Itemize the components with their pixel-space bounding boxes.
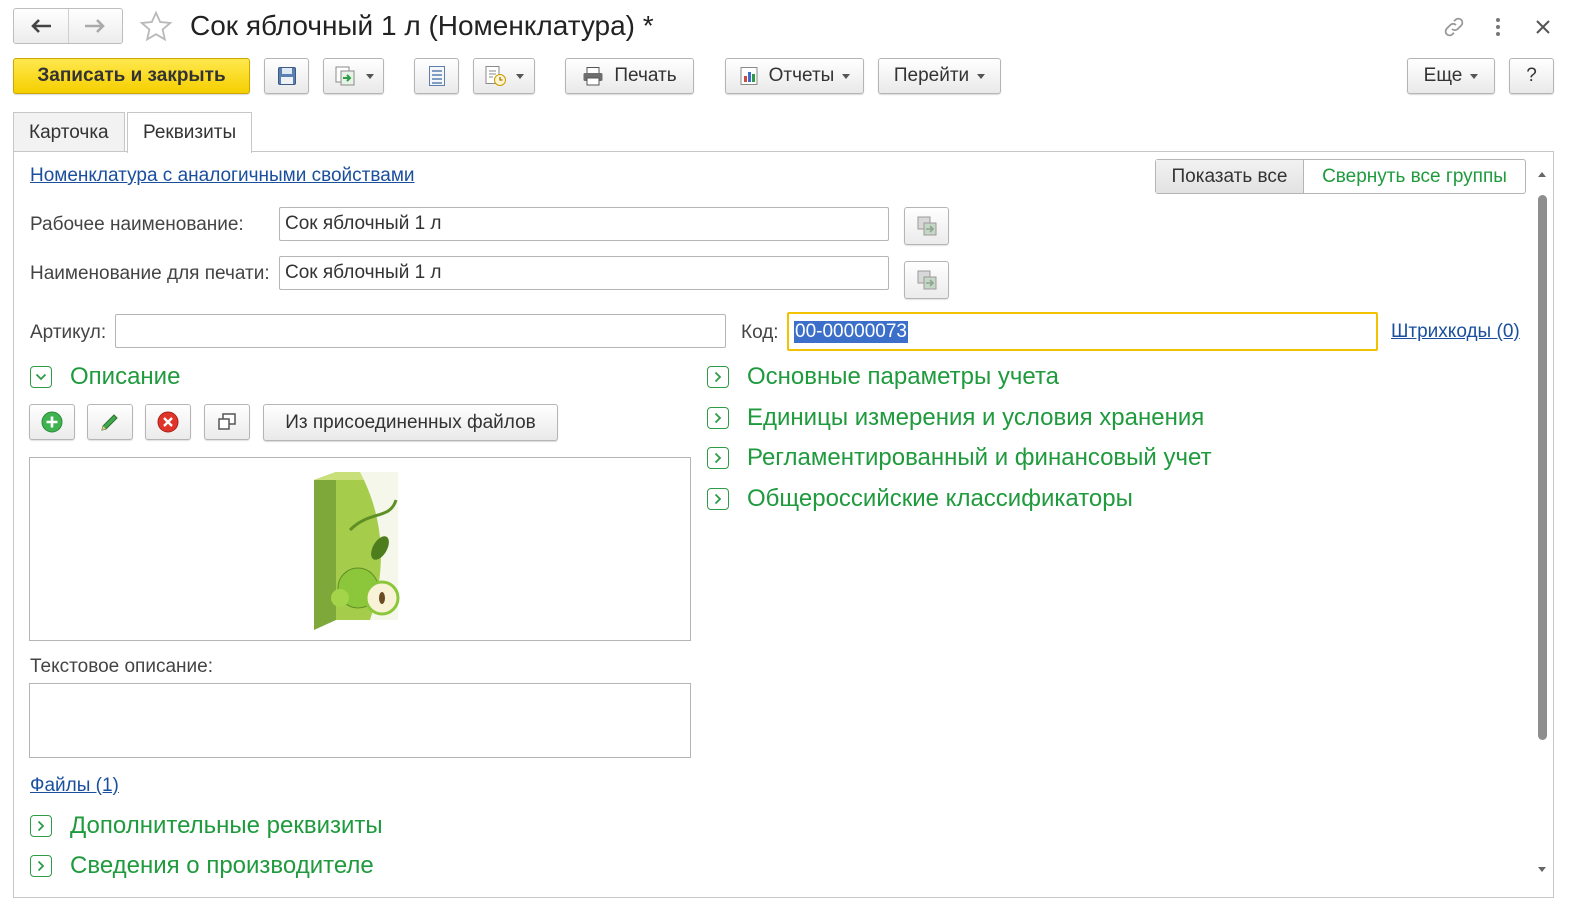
pencil-icon — [101, 414, 118, 431]
group-display-toggle: Показать все Свернуть все группы — [1155, 159, 1526, 194]
tab-requisites[interactable]: Реквизиты — [127, 112, 253, 153]
work-name-field[interactable]: Сок яблочный 1 л — [279, 207, 889, 241]
work-name-copy-button[interactable] — [904, 207, 949, 245]
goto-button[interactable]: Перейти — [878, 58, 1001, 94]
code-label: Код: — [741, 322, 779, 343]
code-value: 00-00000073 — [794, 320, 908, 343]
accounting-params-group-header[interactable]: Основные параметры учета — [707, 363, 1059, 391]
chevron-right-icon — [30, 815, 52, 837]
print-name-field[interactable]: Сок яблочный 1 л — [279, 256, 889, 290]
chevron-right-icon — [707, 366, 729, 388]
print-name-label: Наименование для печати: — [30, 263, 270, 284]
document-clock-icon — [485, 66, 506, 86]
units-storage-group-header[interactable]: Единицы измерения и условия хранения — [707, 404, 1204, 432]
barcodes-link[interactable]: Штрихкоды (0) — [1391, 321, 1520, 343]
collapse-all-groups-button[interactable]: Свернуть все группы — [1304, 160, 1525, 193]
chevron-down-icon — [842, 73, 851, 79]
create-based-on-icon — [335, 66, 354, 86]
description-group-title: Описание — [70, 363, 181, 390]
back-button[interactable] — [14, 9, 68, 43]
text-description-label: Текстовое описание: — [30, 656, 213, 677]
list-view-button[interactable] — [414, 58, 459, 94]
from-attached-files-button[interactable]: Из присоединенных файлов — [263, 404, 558, 441]
more-label: Еще — [1423, 65, 1463, 86]
files-link[interactable]: Файлы (1) — [30, 775, 119, 797]
description-group-header[interactable]: Описание — [30, 363, 180, 391]
code-field[interactable]: 00-00000073 — [787, 312, 1378, 351]
copy-text-icon — [917, 270, 936, 290]
additional-requisites-group-header[interactable]: Дополнительные реквизиты — [30, 812, 383, 840]
accounting-params-title: Основные параметры учета — [747, 363, 1060, 390]
scroll-down-icon[interactable] — [1537, 866, 1547, 874]
product-image-frame — [29, 457, 691, 641]
juice-carton-image — [314, 472, 400, 630]
chevron-down-icon — [1470, 73, 1479, 79]
chevron-right-icon — [707, 447, 729, 469]
printer-icon — [583, 67, 603, 86]
manufacturer-group-header[interactable]: Сведения о производителе — [30, 852, 374, 880]
scrollbar-thumb[interactable] — [1538, 195, 1547, 740]
scroll-up-icon[interactable] — [1537, 170, 1547, 178]
additional-requisites-title: Дополнительные реквизиты — [70, 812, 383, 839]
chevron-down-icon — [516, 73, 524, 79]
create-based-on-button[interactable] — [323, 58, 384, 94]
add-image-button[interactable] — [29, 404, 75, 440]
article-field[interactable] — [115, 314, 726, 348]
print-button[interactable]: Печать — [565, 58, 694, 94]
copy-text-icon — [917, 216, 936, 236]
chevron-down-icon — [30, 366, 52, 388]
close-icon[interactable] — [1530, 14, 1556, 40]
more-vertical-icon[interactable] — [1488, 14, 1508, 40]
help-button[interactable]: ? — [1509, 58, 1554, 94]
article-label: Артикул: — [30, 322, 107, 343]
similar-items-link[interactable]: Номенклатура с аналогичными свойствами — [30, 165, 415, 187]
forward-button[interactable] — [67, 9, 123, 43]
open-image-button[interactable] — [204, 404, 250, 440]
forward-arrow-icon — [85, 19, 106, 33]
show-all-button[interactable]: Показать все — [1156, 160, 1304, 193]
chevron-down-icon — [977, 73, 986, 79]
work-name-label: Рабочее наименование: — [30, 214, 244, 235]
chevron-right-icon — [30, 855, 52, 877]
delete-circle-icon — [157, 411, 179, 433]
link-icon[interactable] — [1440, 14, 1468, 40]
units-storage-title: Единицы измерения и условия хранения — [747, 404, 1205, 431]
regulated-accounting-group-header[interactable]: Регламентированный и финансовый учет — [707, 444, 1212, 472]
back-arrow-icon — [30, 19, 51, 33]
reports-button[interactable]: Отчеты — [725, 58, 864, 94]
classifiers-group-header[interactable]: Общероссийские классификаторы — [707, 485, 1133, 513]
reports-label: Отчеты — [768, 65, 835, 86]
favorite-star-icon[interactable] — [138, 9, 174, 51]
report-chart-icon — [740, 67, 758, 85]
chevron-right-icon — [707, 407, 729, 429]
chevron-down-icon — [365, 73, 374, 79]
delete-image-button[interactable] — [145, 404, 191, 440]
related-documents-button[interactable] — [473, 58, 535, 94]
window-title: Сок яблочный 1 л (Номенклатура) * — [190, 10, 654, 41]
open-window-icon — [218, 413, 236, 430]
print-name-copy-button[interactable] — [904, 261, 949, 299]
chevron-right-icon — [707, 488, 729, 510]
classifiers-title: Общероссийские классификаторы — [747, 485, 1133, 512]
save-and-close-button[interactable]: Записать и закрыть — [13, 58, 250, 94]
tab-card[interactable]: Карточка — [13, 112, 125, 152]
text-description-field[interactable] — [29, 683, 691, 758]
save-button[interactable] — [264, 58, 309, 94]
manufacturer-group-title: Сведения о производителе — [70, 852, 374, 879]
floppy-disk-icon — [277, 67, 296, 85]
edit-image-button[interactable] — [87, 404, 133, 440]
add-circle-icon — [41, 411, 63, 433]
navigation-buttons — [13, 8, 123, 44]
regulated-accounting-title: Регламентированный и финансовый учет — [747, 444, 1212, 471]
print-label: Печать — [614, 65, 677, 86]
goto-label: Перейти — [893, 65, 970, 86]
document-list-icon — [428, 66, 445, 86]
more-button[interactable]: Еще — [1407, 58, 1495, 94]
